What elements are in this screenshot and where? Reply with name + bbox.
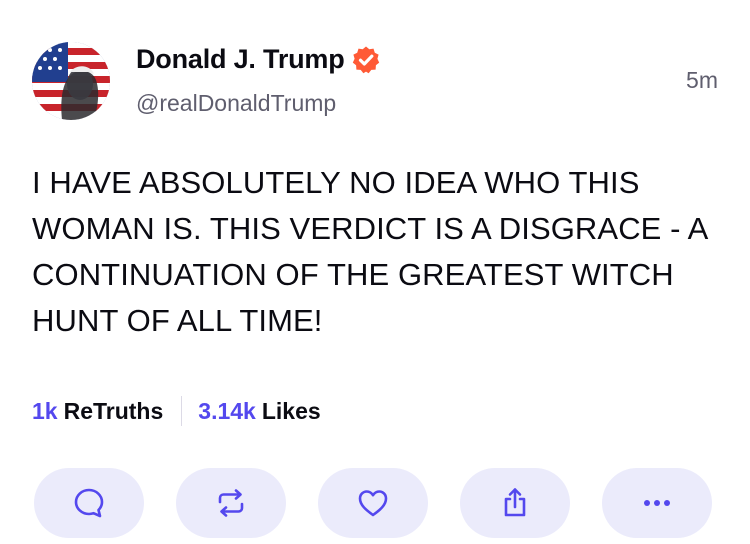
avatar-image bbox=[32, 42, 110, 120]
display-name[interactable]: Donald J. Trump bbox=[136, 44, 345, 75]
share-icon bbox=[504, 488, 526, 517]
author-name-row: Donald J. Trump bbox=[136, 44, 381, 75]
retruths-label: ReTruths bbox=[63, 397, 164, 424]
post-text: I HAVE ABSOLUTELY NO IDEA WHO THIS WOMAN… bbox=[32, 165, 707, 338]
reply-icon bbox=[74, 488, 104, 518]
like-icon bbox=[358, 490, 388, 517]
more-icon bbox=[644, 500, 670, 506]
like-button[interactable] bbox=[318, 468, 428, 538]
likes-count: 3.14k bbox=[198, 397, 256, 424]
verified-badge-icon bbox=[351, 45, 381, 75]
likes-stat[interactable]: 3.14k Likes bbox=[198, 398, 320, 425]
retruths-stat[interactable]: 1k ReTruths bbox=[32, 398, 163, 425]
stats-divider bbox=[181, 396, 183, 426]
post-stats: 1k ReTruths 3.14k Likes bbox=[32, 396, 321, 426]
retruth-icon bbox=[218, 489, 244, 517]
avatar[interactable] bbox=[32, 42, 110, 120]
action-bar bbox=[34, 468, 712, 538]
share-button[interactable] bbox=[460, 468, 570, 538]
reply-button[interactable] bbox=[34, 468, 144, 538]
retruth-button[interactable] bbox=[176, 468, 286, 538]
retruths-count: 1k bbox=[32, 397, 58, 424]
handle[interactable]: @realDonaldTrump bbox=[136, 90, 336, 117]
more-button[interactable] bbox=[602, 468, 712, 538]
post-timestamp: 5m bbox=[686, 67, 718, 93]
likes-label: Likes bbox=[261, 397, 321, 424]
